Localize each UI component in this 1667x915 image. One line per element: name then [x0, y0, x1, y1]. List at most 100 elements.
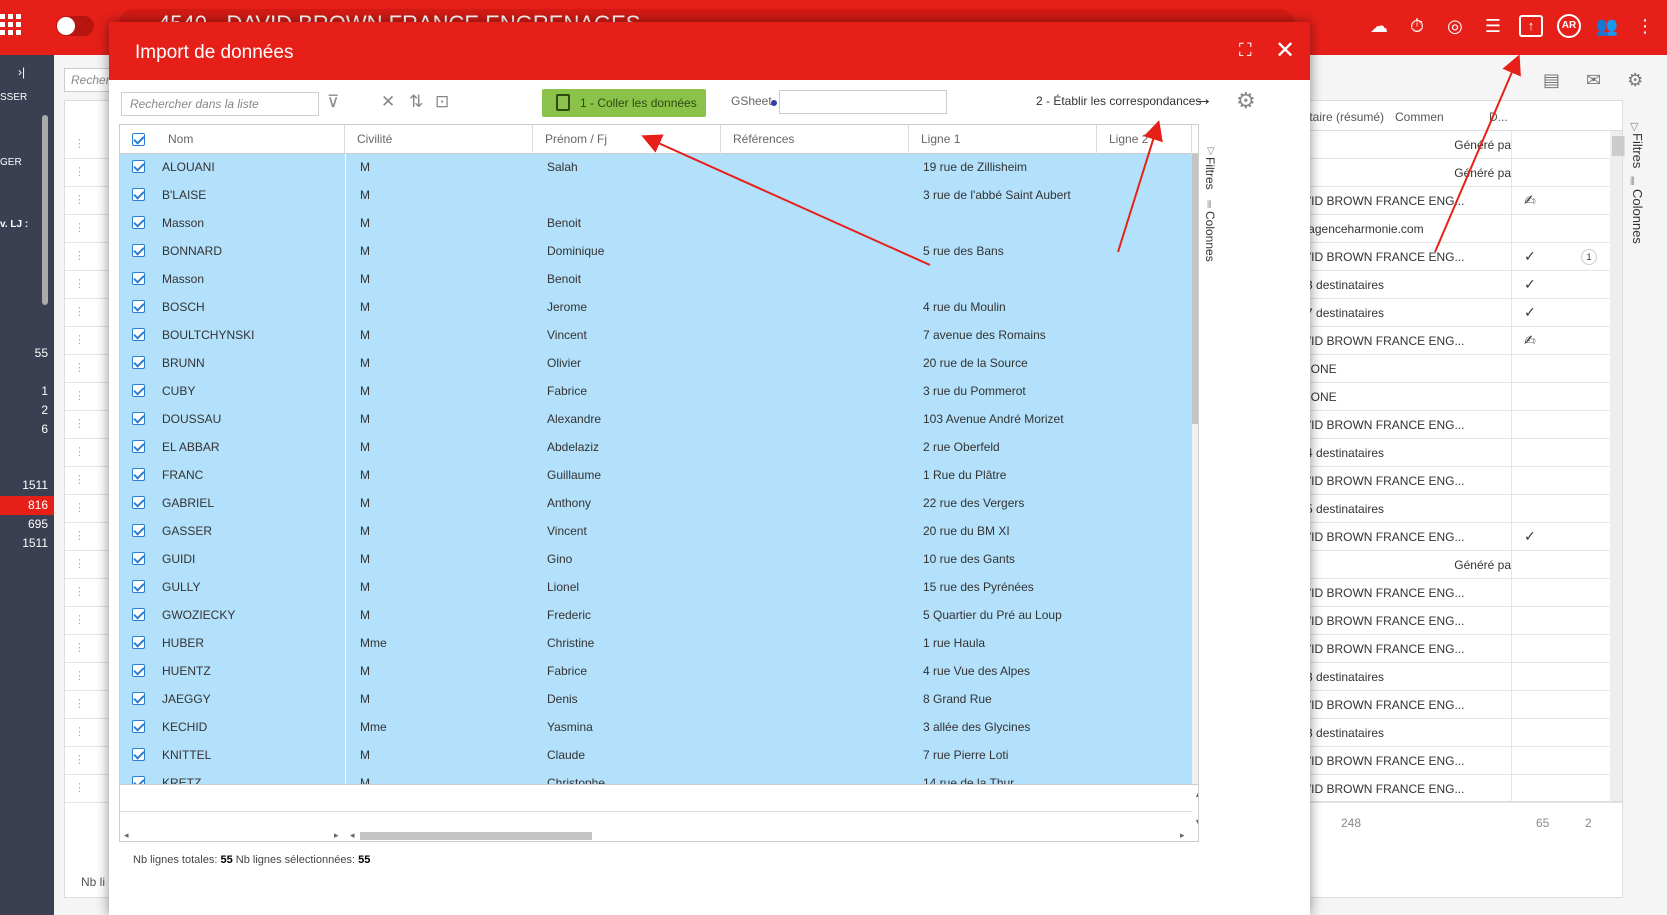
close-icon[interactable]: ✕ [1275, 36, 1295, 65]
drag-handle-icon[interactable]: ⋮ [74, 137, 85, 150]
table-row[interactable]: BOULTCHYNSKI M Vincent 7 avenue des Romains [120, 322, 1192, 348]
fingerprint-icon[interactable]: ◎ [1443, 16, 1467, 37]
table-row[interactable]: BRUNN M Olivier 20 rue de la Source [120, 350, 1192, 376]
row-checkbox[interactable] [132, 580, 145, 593]
row-checkbox[interactable] [132, 272, 145, 285]
left-count-active[interactable]: 816 [0, 496, 54, 515]
next-step-link[interactable]: 2 - Établir les correspondances [1036, 94, 1201, 108]
table-row[interactable]: JAEGGY M Denis 8 Grand Rue [120, 686, 1192, 712]
row-checkbox[interactable] [132, 328, 145, 341]
table-row[interactable]: CUBY M Fabrice 3 rue du Pommerot [120, 378, 1192, 404]
arrow-right-icon[interactable]: → [1193, 88, 1213, 111]
row-checkbox[interactable] [132, 608, 145, 621]
drag-handle-icon[interactable]: ⋮ [74, 529, 85, 542]
document-icon[interactable]: ▤ [1543, 70, 1560, 91]
row-checkbox[interactable] [132, 524, 145, 537]
search-input[interactable]: Rechercher dans la liste [121, 92, 319, 116]
row-checkbox[interactable] [132, 384, 145, 397]
playlist-icon[interactable]: ☰ [1481, 16, 1505, 37]
table-row[interactable]: HUBER Mme Christine 1 rue Haula [120, 630, 1192, 656]
select-all-icon[interactable]: ⊡ [435, 92, 449, 112]
drag-handle-icon[interactable]: ⋮ [74, 725, 85, 738]
column-header-ligne2[interactable]: Ligne 2 [1097, 125, 1192, 154]
ar-icon[interactable]: AR [1557, 14, 1581, 38]
drag-handle-icon[interactable]: ⋮ [74, 445, 85, 458]
column-header-references[interactable]: Références [721, 125, 909, 154]
grid-horizontal-scrollbar[interactable]: ◂ ▸ [346, 829, 1192, 841]
table-row[interactable]: KECHID Mme Yasmina 3 allée des Glycines [120, 714, 1192, 740]
paste-data-button[interactable]: 1 - Coller les données [542, 89, 706, 117]
scroll-left-icon[interactable]: ◂ [124, 830, 129, 841]
drag-handle-icon[interactable]: ⋮ [74, 781, 85, 794]
column-header-civilite[interactable]: Civilité [345, 125, 533, 154]
drag-handle-icon[interactable]: ⋮ [74, 165, 85, 178]
drag-handle-icon[interactable]: ⋮ [74, 417, 85, 430]
table-row[interactable]: Masson M Benoit [120, 210, 1192, 236]
grid-vertical-scrollbar[interactable] [1192, 154, 1198, 784]
row-checkbox[interactable] [132, 188, 145, 201]
scroll-down-icon[interactable]: ▼ [1194, 817, 1198, 827]
row-checkbox[interactable] [132, 468, 145, 481]
column-header[interactable]: D... [1489, 110, 1508, 124]
drag-handle-icon[interactable]: ⋮ [74, 249, 85, 262]
table-row[interactable]: KNITTEL M Claude 7 rue Pierre Loti [120, 742, 1192, 768]
table-row[interactable]: GUIDI M Gino 10 rue des Gants [120, 546, 1192, 572]
drag-handle-icon[interactable]: ⋮ [74, 389, 85, 402]
sort-icon[interactable]: ⇅ [409, 92, 423, 112]
row-checkbox[interactable] [132, 412, 145, 425]
scroll-up-icon[interactable]: ▲ [1194, 789, 1198, 799]
drag-handle-icon[interactable]: ⋮ [74, 753, 85, 766]
drag-handle-icon[interactable]: ⋮ [74, 361, 85, 374]
row-checkbox[interactable] [132, 776, 145, 784]
mode-toggle[interactable] [56, 16, 94, 36]
table-row[interactable]: EL ABBAR M Abdelaziz 2 rue Oberfeld [120, 434, 1192, 460]
drag-handle-icon[interactable]: ⋮ [74, 669, 85, 682]
pinned-horizontal-scrollbar[interactable]: ◂ ▸ [120, 829, 345, 841]
column-header[interactable]: Commen [1395, 110, 1444, 124]
row-checkbox[interactable] [132, 636, 145, 649]
table-row[interactable]: B'LAISE M 3 rue de l'abbé Saint Aubert [120, 182, 1192, 208]
drag-handle-icon[interactable]: ⋮ [74, 557, 85, 570]
drag-handle-icon[interactable]: ⋮ [74, 697, 85, 710]
table-row[interactable]: KRETZ M Christophe 14 rue de la Thur [120, 770, 1192, 784]
add-group-icon[interactable]: 👥 [1595, 16, 1619, 37]
drag-handle-icon[interactable]: ⋮ [74, 641, 85, 654]
cloud-upload-icon[interactable]: ☁ [1367, 16, 1391, 37]
row-checkbox[interactable] [132, 160, 145, 173]
column-header-ligne1[interactable]: Ligne 1 [909, 125, 1097, 154]
drag-handle-icon[interactable]: ⋮ [74, 585, 85, 598]
row-checkbox[interactable] [132, 552, 145, 565]
timer-icon[interactable]: ⏱ [1405, 16, 1429, 37]
row-checkbox[interactable] [132, 216, 145, 229]
table-row[interactable]: HUENTZ M Fabrice 4 rue Vue des Alpes [120, 658, 1192, 684]
table-row[interactable]: ALOUANI M Salah 19 rue de Zillisheim [120, 154, 1192, 180]
column-header-prenom[interactable]: Prénom / Fj [533, 125, 721, 154]
clear-icon[interactable]: ✕ [381, 92, 395, 112]
tab-colonnes[interactable]: Colonnes [1203, 211, 1217, 262]
drag-handle-icon[interactable]: ⋮ [74, 305, 85, 318]
apps-grid-icon[interactable] [0, 14, 21, 38]
row-checkbox[interactable] [132, 720, 145, 733]
row-checkbox[interactable] [132, 244, 145, 257]
row-checkbox[interactable] [132, 356, 145, 369]
table-row[interactable]: GULLY M Lionel 15 rue des Pyrénées [120, 574, 1192, 600]
fullscreen-icon[interactable]: ⛶ [1239, 40, 1252, 61]
scroll-left-icon[interactable]: ◂ [350, 830, 355, 841]
table-row[interactable]: GABRIEL M Anthony 22 rue des Vergers [120, 490, 1192, 516]
row-checkbox[interactable] [132, 300, 145, 313]
table-row[interactable]: GWOZIECKY M Frederic 5 Quartier du Pré au L… [120, 602, 1192, 628]
mail-icon[interactable]: ✉ [1586, 70, 1601, 91]
scroll-right-icon[interactable]: ▸ [334, 830, 339, 841]
drag-handle-icon[interactable]: ⋮ [74, 277, 85, 290]
drag-handle-icon[interactable]: ⋮ [74, 221, 85, 234]
tab-filtres[interactable]: Filtres [1630, 133, 1645, 168]
gsheet-input[interactable] [779, 90, 947, 114]
background-right-scrollbar[interactable] [1610, 131, 1625, 801]
column-header-nom[interactable]: Nom [156, 125, 345, 154]
sidebar-scrollbar[interactable] [42, 115, 48, 305]
row-checkbox[interactable] [132, 496, 145, 509]
table-row[interactable]: DOUSSAU M Alexandre 103 Avenue André Morize… [120, 406, 1192, 432]
row-checkbox[interactable] [132, 748, 145, 761]
drag-handle-icon[interactable]: ⋮ [74, 613, 85, 626]
row-checkbox[interactable] [132, 440, 145, 453]
